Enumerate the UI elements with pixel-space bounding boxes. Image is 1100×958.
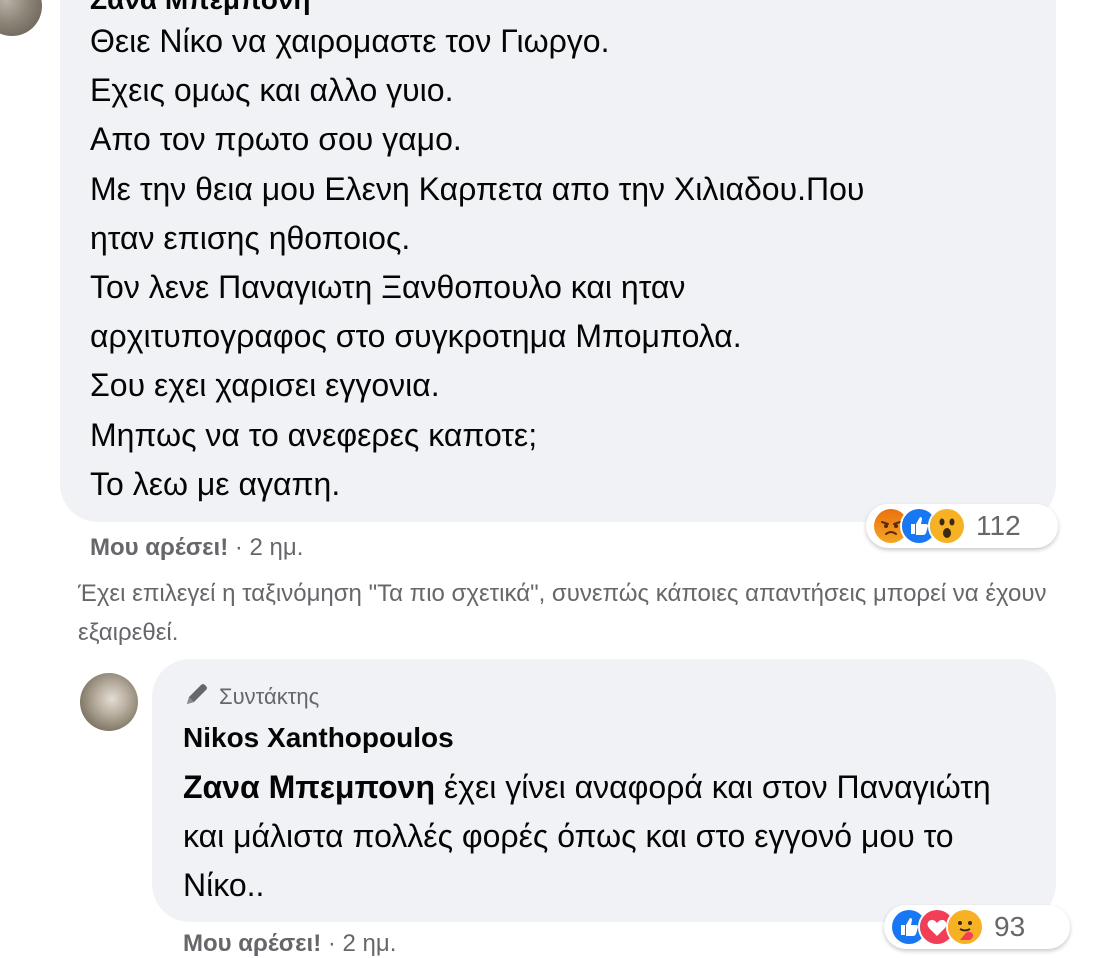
reply-author-avatar[interactable] <box>80 673 138 731</box>
comment-author-name[interactable]: Ζανα Μπεμπονη <box>90 0 311 16</box>
commenter-avatar[interactable] <box>0 0 42 36</box>
mention-link[interactable]: Ζανα Μπεμπονη <box>183 769 435 805</box>
comment-text: Θειε Νίκο να χαιρομαστε τον Γιωργο. Εχει… <box>90 17 864 509</box>
author-badge-label: Συντάκτης <box>219 683 320 709</box>
comment-line: Θειε Νίκο να χαιρομαστε τον Γιωργο. <box>90 23 610 59</box>
comment-line: Με την θεια μου Ελενη Καρπετα απο την Χι… <box>90 170 865 207</box>
reply-author-name[interactable]: Nikos Xanthopoulos <box>183 722 454 754</box>
author-badge: Συντάκτης <box>183 680 319 713</box>
comment-line: Εχεις ομως και αλλο γυιο. <box>90 72 454 109</box>
like-button[interactable]: Μου αρέσει! <box>90 534 228 561</box>
reply-actions: Μου αρέσει! · 2 ημ. <box>183 930 396 958</box>
reaction-count: 112 <box>976 510 1021 541</box>
care-icon <box>946 908 984 946</box>
comment-line: Σου εχει χαρισει εγγονια. <box>90 367 440 404</box>
wow-icon <box>928 507 966 545</box>
comment-line: Απο τον πρωτο σου γαμο. <box>90 121 462 158</box>
comment-actions: Μου αρέσει! · 2 ημ. <box>90 534 303 562</box>
reaction-summary[interactable]: 93 <box>884 905 1070 949</box>
comment-line: Το λεω με αγαπη. <box>90 465 341 502</box>
reply-text: Ζανα Μπεμπονη έχει γίνει αναφορά και στο… <box>183 763 1003 910</box>
reaction-summary[interactable]: 112 <box>866 504 1058 548</box>
comment-line: Μηπως να το ανεφερες καποτε; <box>90 416 538 453</box>
comment-line: Τον λενε Παναγιωτη Ξανθοπουλο και ηταν <box>90 268 686 305</box>
comment-time[interactable]: · 2 ημ. <box>235 534 304 561</box>
reply-time[interactable]: · 2 ημ. <box>328 930 397 957</box>
comment-line: αρχιτυπογραφος στο συγκροτημα Μπομπολα. <box>90 318 742 355</box>
reaction-count: 93 <box>994 911 1026 942</box>
sort-notice: Έχει επιλεγεί η ταξινόμηση "Τα πιο σχετι… <box>78 580 1047 646</box>
like-button[interactable]: Μου αρέσει! <box>183 930 321 957</box>
comment-line: ηταν επισης ηθοποιος. <box>90 219 411 256</box>
pencil-icon <box>183 680 211 713</box>
